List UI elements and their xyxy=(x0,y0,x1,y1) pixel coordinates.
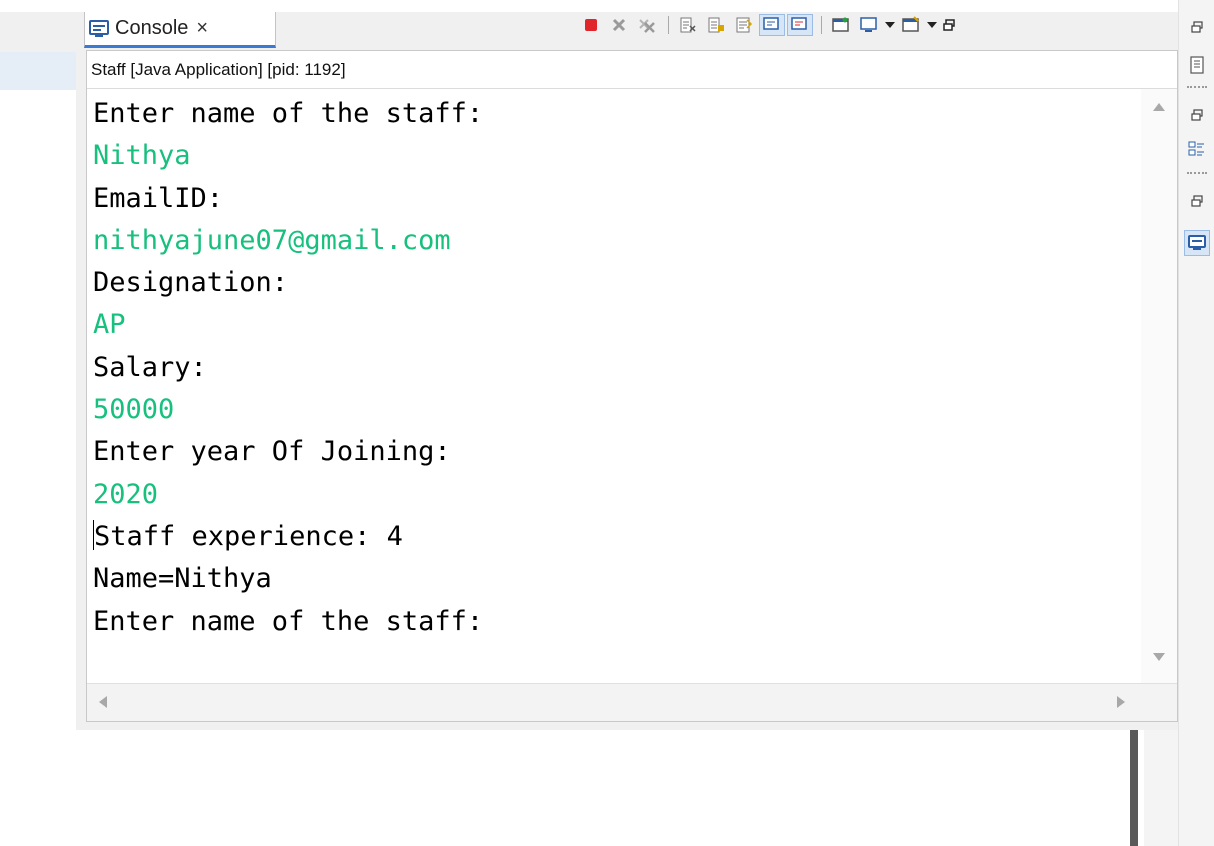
restore-icon xyxy=(1191,21,1203,33)
lower-trim-area xyxy=(1144,730,1178,846)
open-console-dropdown[interactable] xyxy=(926,14,938,36)
console-output-line: Name=Nithya xyxy=(93,558,1133,600)
console-icon xyxy=(1188,234,1206,252)
display-selected-console-dropdown[interactable] xyxy=(884,14,896,36)
line-text: Designation: xyxy=(93,267,289,299)
display-selected-console-button[interactable] xyxy=(856,14,882,36)
pin-console-icon xyxy=(832,16,850,34)
scroll-left-icon[interactable] xyxy=(99,696,107,708)
console-panel: Staff [Java Application] [pid: 1192] Ent… xyxy=(86,50,1178,722)
sash-handle[interactable] xyxy=(1130,730,1138,846)
pin-console-button[interactable] xyxy=(828,14,854,36)
line-text: 2020 xyxy=(93,478,159,510)
line-text: Name=Nithya xyxy=(93,563,272,595)
scroll-down-icon[interactable] xyxy=(1153,653,1165,661)
chevron-down-icon xyxy=(885,21,895,29)
close-icon[interactable]: × xyxy=(196,17,208,40)
line-text: Enter name of the staff: xyxy=(93,98,484,129)
console-output-line: Salary: xyxy=(93,347,1133,389)
console-output-line: Enter name of the staff: xyxy=(93,93,1133,135)
scroll-lock-icon xyxy=(707,16,725,34)
trim-separator xyxy=(1187,172,1207,174)
scroll-right-icon[interactable] xyxy=(1117,696,1125,708)
clear-console-button[interactable] xyxy=(675,14,701,36)
console-input-line: 2020 xyxy=(93,474,1133,516)
remove-launch-button[interactable] xyxy=(606,14,632,36)
toolbar-separator xyxy=(821,16,822,34)
restore-icon xyxy=(1191,109,1203,121)
outline-icon xyxy=(1188,140,1206,158)
scroll-up-icon[interactable] xyxy=(1153,103,1165,111)
line-text: Enter year Of Joining: xyxy=(93,436,451,468)
show-on-stdout-icon xyxy=(763,16,781,34)
display-selected-console-icon xyxy=(860,16,878,34)
word-wrap-icon xyxy=(735,16,753,34)
line-text: AP xyxy=(93,309,126,341)
console-icon xyxy=(89,19,109,39)
show-on-stdout-button[interactable] xyxy=(759,14,785,36)
terminate-button[interactable] xyxy=(578,14,604,36)
console-input-line: Nithya xyxy=(93,135,1133,177)
console-output-line: Enter name of the staff: xyxy=(93,601,1133,643)
remove-launch-icon xyxy=(611,17,627,33)
console-view-button[interactable] xyxy=(1184,230,1210,256)
tab-console[interactable]: Console × xyxy=(84,12,276,48)
console-input-line: nithyajune07@gmail.com xyxy=(93,220,1133,262)
editor-highlight xyxy=(0,52,76,90)
line-text: Salary: xyxy=(93,351,207,383)
chevron-down-icon xyxy=(927,21,937,29)
remove-all-terminated-icon xyxy=(638,17,656,33)
restore-button[interactable] xyxy=(1184,14,1210,40)
minimize-button[interactable] xyxy=(940,14,958,36)
minimize-icon xyxy=(943,19,955,31)
console-toolbar xyxy=(578,12,960,38)
scroll-lock-button[interactable] xyxy=(703,14,729,36)
console-output-line: EmailID: xyxy=(93,178,1133,220)
restore-button[interactable] xyxy=(1184,188,1210,214)
console-output-line: Designation: xyxy=(93,262,1133,304)
document-icon xyxy=(1189,56,1205,74)
line-text: Nithya xyxy=(93,140,191,172)
toolbar-separator xyxy=(668,16,669,34)
line-text: 50000 xyxy=(93,394,175,426)
process-label: Staff [Java Application] [pid: 1192] xyxy=(87,51,1177,89)
restore-button[interactable] xyxy=(1184,102,1210,128)
right-trim-stack xyxy=(1178,0,1214,846)
open-console-icon xyxy=(902,16,920,34)
clear-console-icon xyxy=(679,16,697,34)
restore-icon xyxy=(1191,195,1203,207)
remove-all-terminated-button[interactable] xyxy=(634,14,660,36)
console-input-line: AP xyxy=(93,304,1133,346)
horizontal-scrollbar[interactable] xyxy=(87,683,1177,721)
console-output[interactable]: Enter name of the staff: Nithya EmailID: ni… xyxy=(93,93,1133,683)
line-text: EmailID: xyxy=(93,182,224,214)
terminate-icon xyxy=(583,17,599,33)
console-output-line: Staff experience: 4 xyxy=(93,516,1133,558)
editor-area-strip xyxy=(0,12,76,90)
problems-view-button[interactable] xyxy=(1184,52,1210,78)
outline-view-button[interactable] xyxy=(1184,136,1210,162)
tab-console-label: Console xyxy=(115,17,189,39)
vertical-scrollbar[interactable] xyxy=(1141,89,1177,683)
line-text: Staff experience: 4 xyxy=(94,520,403,552)
word-wrap-button[interactable] xyxy=(731,14,757,36)
show-on-stderr-icon xyxy=(791,16,809,34)
show-on-stderr-button[interactable] xyxy=(787,14,813,36)
console-output-line: Enter year Of Joining: xyxy=(93,431,1133,473)
line-text: nithyajune07@gmail.com xyxy=(93,224,451,256)
line-text: Enter name of the staff: xyxy=(93,605,484,637)
trim-separator xyxy=(1187,86,1207,88)
console-input-line: 50000 xyxy=(93,389,1133,431)
open-console-button[interactable] xyxy=(898,14,924,36)
